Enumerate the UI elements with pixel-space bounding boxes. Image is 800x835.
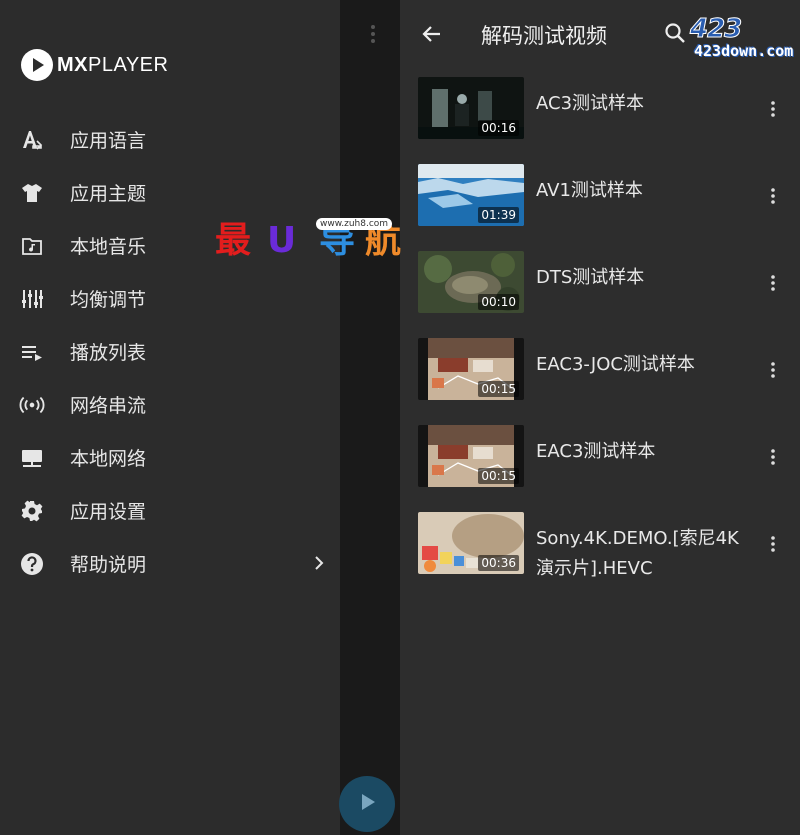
logo-text-bold: MX [57,53,88,76]
watermark-url: www.zuh8.com [316,218,393,230]
menu-label: 网络串流 [70,395,147,417]
menu-item-local-network[interactable]: 本地网络 [0,431,340,484]
more-options-icon[interactable] [768,448,778,466]
menu-label: 本地网络 [70,448,147,470]
menu-item-help[interactable]: 帮助说明 [0,537,340,590]
gear-icon [19,498,45,524]
watermark-char: U [267,220,297,261]
menu-item-network-stream[interactable]: 网络串流 [0,378,340,431]
watermark-char: 最 [215,220,252,261]
video-title: EAC3测试样本 [536,441,656,462]
video-title: Sony.4K.DEMO.[索尼4K演示片].HEVC [536,528,739,579]
help-icon [19,551,45,577]
menu-label: 帮助说明 [70,554,147,576]
more-options-icon[interactable] [768,361,778,379]
menu-label: 应用主题 [70,183,147,205]
more-options-icon[interactable] [768,535,778,553]
music-folder-icon [19,233,45,259]
video-duration: 00:16 [478,120,519,136]
video-title: DTS测试样本 [536,267,645,288]
video-item-dts[interactable]: 00:10 DTS测试样本 [400,250,800,337]
logo-text-rest: PLAYER [88,53,169,76]
menu-item-app-theme[interactable]: 应用主题 [0,166,340,219]
video-item-eac3[interactable]: 00:15 EAC3测试样本 [400,424,800,511]
drawer-scrim[interactable] [340,0,400,835]
video-duration: 01:39 [478,207,519,223]
video-title: AV1测试样本 [536,180,643,201]
video-thumbnail: 00:36 [418,512,524,574]
423down-watermark: 423 423down.com [689,14,798,64]
overflow-menu-icon [370,24,376,48]
video-item-av1[interactable]: 01:39 AV1测试样本 [400,163,800,250]
video-thumbnail: 00:15 [418,425,524,487]
page-title: 解码测试视频 [481,24,607,48]
play-fab-button[interactable] [339,776,395,832]
video-duration: 00:10 [478,294,519,310]
menu-label: 应用设置 [70,501,147,523]
playlist-icon [19,339,45,365]
tshirt-icon [19,180,45,206]
logo-play-icon [21,49,53,81]
navigation-drawer: MXPLAYER 应用语言 应用主题 本地音乐 均衡调节 播放列表 网络串流 本… [0,0,340,835]
menu-label: 播放列表 [70,342,147,364]
video-duration: 00:36 [478,555,519,571]
video-thumbnail: 00:10 [418,251,524,313]
menu-label: 应用语言 [70,130,147,152]
more-options-icon[interactable] [768,187,778,205]
menu-item-app-language[interactable]: 应用语言 [0,113,340,166]
video-thumbnail: 01:39 [418,164,524,226]
drawer-menu: 应用语言 应用主题 本地音乐 均衡调节 播放列表 网络串流 本地网络 应用设置 … [0,113,340,590]
watermark-site-small: 423down.com [694,42,794,60]
chevron-right-icon [312,551,326,579]
mx-player-logo: MXPLAYER [21,49,168,81]
more-options-icon[interactable] [768,100,778,118]
equalizer-icon [19,286,45,312]
local-network-icon [19,445,45,471]
back-arrow-icon[interactable] [420,22,444,46]
play-icon [355,790,379,818]
stream-icon [19,392,45,418]
video-title: AC3测试样本 [536,93,645,114]
language-icon [19,127,45,153]
video-thumbnail: 00:15 [418,338,524,400]
video-list: 00:16 AC3测试样本 01:39 AV1测试样本 00:10 DTS测试样… [400,76,800,598]
menu-label: 均衡调节 [70,289,147,311]
video-thumbnail: 00:16 [418,77,524,139]
video-duration: 00:15 [478,468,519,484]
video-item-eac3-joc[interactable]: 00:15 EAC3-JOC测试样本 [400,337,800,424]
video-item-sony-4k-demo[interactable]: 00:36 Sony.4K.DEMO.[索尼4K演示片].HEVC [400,511,800,598]
menu-item-app-settings[interactable]: 应用设置 [0,484,340,537]
search-icon[interactable] [663,21,687,45]
watermark-site-big: 423 [689,14,742,45]
video-duration: 00:15 [478,381,519,397]
zuh8-watermark: 最 U 导 航 www.zuh8.com [215,216,415,266]
menu-label: 本地音乐 [70,236,147,258]
more-options-icon[interactable] [768,274,778,292]
video-item-ac3[interactable]: 00:16 AC3测试样本 [400,76,800,163]
menu-item-equalizer[interactable]: 均衡调节 [0,272,340,325]
menu-item-playlist[interactable]: 播放列表 [0,325,340,378]
video-folder-panel: 解码测试视频 00:16 AC3测试样本 01:39 AV1测试样本 00:10… [400,0,800,835]
video-title: EAC3-JOC测试样本 [536,354,695,375]
